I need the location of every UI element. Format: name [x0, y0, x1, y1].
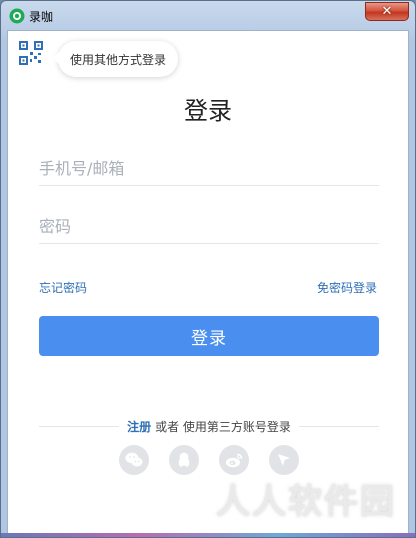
divider-line-left — [39, 425, 120, 427]
window-title: 录咖 — [29, 10, 54, 24]
login-button[interactable]: 登录 — [39, 316, 379, 356]
login-window: 录咖 ✕ 使用其他方式登录 登录 手机号/邮箱 忘记密码 免密码登录 登录 注册… — [0, 0, 416, 538]
third-party-divider: 注册 或者 使用第三方账号登录 — [39, 418, 379, 434]
qr-code-icon[interactable] — [19, 41, 43, 65]
send-login-button[interactable] — [269, 445, 299, 475]
third-party-label: 或者 使用第三方账号登录 — [155, 419, 291, 434]
alt-login-text: 使用其他方式登录 — [70, 52, 167, 67]
title-bar[interactable]: 录咖 ✕ — [1, 1, 415, 31]
qq-login-button[interactable] — [169, 445, 199, 475]
register-link[interactable]: 注册 — [127, 420, 151, 434]
qq-icon — [178, 452, 190, 467]
page-title: 登录 — [184, 97, 232, 125]
weibo-icon — [226, 453, 243, 467]
divider-line-right — [298, 425, 379, 427]
alt-login-tooltip: 使用其他方式登录 — [51, 41, 179, 77]
phone-email-input[interactable] — [39, 155, 379, 181]
password-field-wrapper — [39, 213, 379, 244]
weibo-login-button[interactable] — [219, 445, 249, 475]
passwordless-login-link[interactable]: 免密码登录 — [317, 279, 377, 296]
desktop-background-strip — [1, 533, 415, 537]
wechat-icon — [125, 452, 143, 467]
app-logo-icon — [9, 8, 25, 24]
watermark-text: 人人软件园 — [216, 482, 396, 522]
phone-email-field-wrapper — [39, 155, 379, 186]
login-panel: 使用其他方式登录 登录 忘记密码 免密码登录 登录 注册或者 使用第三方账号登录 — [7, 30, 409, 537]
forgot-password-link[interactable]: 忘记密码 — [39, 279, 87, 296]
close-button[interactable]: ✕ — [365, 2, 409, 21]
password-input[interactable] — [39, 213, 379, 239]
send-icon — [278, 454, 290, 466]
divider-text: 注册 或者 使用第三方账号登录 — [119, 418, 299, 435]
wechat-login-button[interactable] — [119, 445, 149, 475]
close-icon: ✕ — [381, 4, 393, 19]
